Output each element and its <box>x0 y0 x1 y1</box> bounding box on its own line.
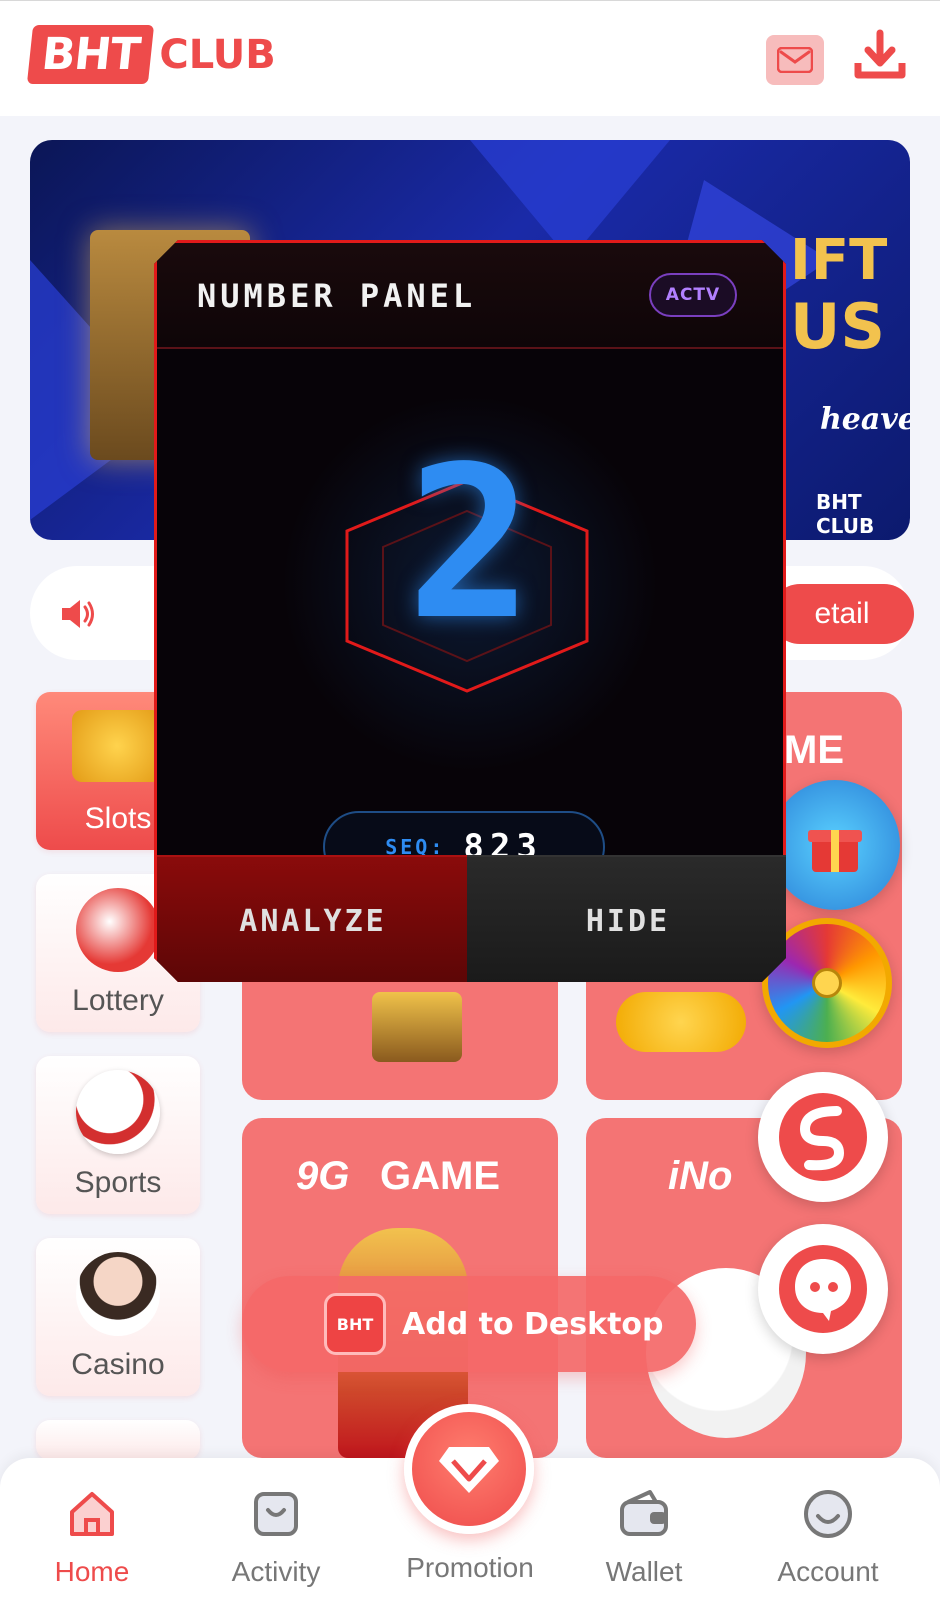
category-casino[interactable]: Casino <box>36 1238 200 1396</box>
promotion-fab-button[interactable] <box>404 1404 534 1534</box>
nav-activity[interactable]: Activity <box>196 1486 356 1588</box>
banner-subtitle: heaven <box>820 402 910 437</box>
panel-header: NUMBER PANEL ACTV <box>157 243 783 349</box>
tile-logo: 9G <box>296 1154 350 1198</box>
add-to-desktop-button[interactable]: BHT Add to Desktop <box>242 1276 696 1372</box>
tile-title: iNo <box>668 1154 733 1198</box>
tile-title: GAME <box>380 1154 500 1198</box>
wheel-hub-icon <box>812 968 842 998</box>
banner-title-line-2: US <box>790 290 885 363</box>
nav-home[interactable]: Home <box>12 1486 172 1588</box>
banner-brand: BHT CLUB <box>816 490 875 538</box>
category-label: Sports <box>74 1166 162 1199</box>
logo-club-text: CLUB <box>159 31 276 78</box>
category-sports[interactable]: Sports <box>36 1056 200 1214</box>
panel-body: 2 SEQ: 823 <box>157 349 783 883</box>
account-icon <box>804 1490 852 1538</box>
nav-label: Wallet <box>605 1556 683 1587</box>
nav-label: Account <box>777 1556 879 1587</box>
category-label: Lottery <box>72 984 164 1017</box>
soccer-ball-icon <box>76 1070 160 1154</box>
treasure-chest-image <box>372 992 462 1062</box>
download-button[interactable] <box>852 27 908 83</box>
number-panel: NUMBER PANEL ACTV 2 SEQ: 823 ANALYZE HID… <box>154 240 786 982</box>
download-icon <box>854 29 906 79</box>
wallet-icon <box>620 1490 668 1536</box>
add-desktop-label: Add to Desktop <box>402 1306 664 1342</box>
tile-title: ME <box>784 728 844 772</box>
dragon-icon <box>779 1093 867 1181</box>
category-more[interactable] <box>36 1420 200 1460</box>
current-number: 2 <box>406 421 534 666</box>
app-header: BHT CLUB <box>0 0 940 116</box>
add-desktop-logo: BHT <box>324 1293 386 1355</box>
nav-label: Home <box>54 1556 130 1587</box>
category-label: Casino <box>71 1348 165 1381</box>
gift-icon <box>808 830 862 872</box>
nav-account[interactable]: Account <box>748 1486 908 1588</box>
chat-bubble-icon <box>779 1245 867 1333</box>
panel-status-badge: ACTV <box>649 273 737 317</box>
nav-wallet[interactable]: Wallet <box>564 1486 724 1588</box>
nav-label: Promotion <box>406 1552 534 1583</box>
app-logo[interactable]: BHT CLUB <box>26 25 276 84</box>
hide-button[interactable]: HIDE <box>467 855 786 982</box>
casino-host-image <box>76 1252 160 1336</box>
slots-icon <box>72 710 162 782</box>
logo-badge: BHT <box>26 25 155 84</box>
detail-button[interactable]: etail <box>770 584 914 644</box>
analyze-button[interactable]: ANALYZE <box>157 855 469 982</box>
diamond-icon <box>439 1447 499 1493</box>
mail-button[interactable] <box>766 35 824 85</box>
gift-float-button[interactable] <box>770 780 900 910</box>
activity-icon <box>254 1492 298 1536</box>
nav-label: Activity <box>231 1556 321 1587</box>
banner-title-line-1: IFT <box>790 228 888 293</box>
home-icon <box>70 1492 114 1536</box>
panel-title: NUMBER PANEL <box>197 277 477 315</box>
mail-icon <box>777 47 813 73</box>
speaker-icon <box>62 600 94 628</box>
dragon-float-button[interactable] <box>758 1072 888 1202</box>
lottery-balls-icon <box>76 888 160 972</box>
gold-coins-image <box>616 992 746 1052</box>
chat-support-button[interactable] <box>758 1224 888 1354</box>
